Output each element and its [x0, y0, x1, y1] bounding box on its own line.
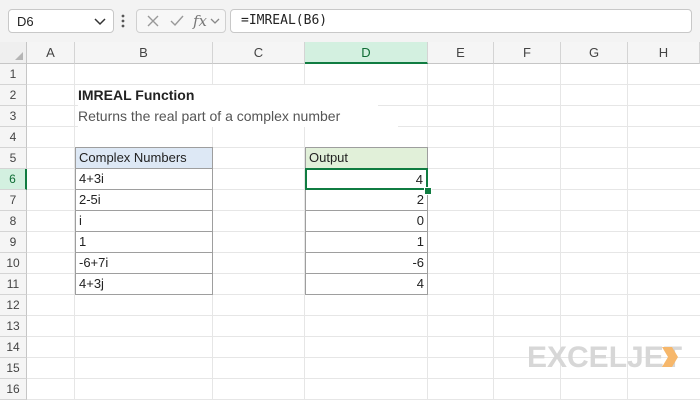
exceljet-logo: EXCELJET	[527, 339, 687, 379]
row-header-8[interactable]: 8	[0, 211, 27, 232]
name-box[interactable]: D6	[8, 9, 114, 33]
formula-text: =IMREAL(B6)	[241, 13, 328, 28]
row-header-11[interactable]: 11	[0, 274, 27, 295]
gridline	[493, 64, 494, 400]
formula-bar-controls: fx	[136, 9, 226, 33]
triangle-icon	[15, 52, 23, 60]
output-cell[interactable]: 0	[305, 210, 428, 232]
chevron-down-icon[interactable]	[93, 14, 107, 28]
sheet-subtitle[interactable]: Returns the real part of a complex numbe…	[78, 106, 398, 127]
row-header-15[interactable]: 15	[0, 358, 27, 379]
output-cell[interactable]: 1	[305, 231, 428, 253]
check-icon[interactable]	[169, 13, 185, 29]
logo-text: EXCELJET	[527, 341, 683, 374]
column-header-c[interactable]: C	[213, 42, 305, 64]
logo-mark-icon	[661, 346, 679, 368]
header-complex-numbers[interactable]: Complex Numbers	[75, 147, 213, 169]
row-header-1[interactable]: 1	[0, 64, 27, 85]
complex-number-cell[interactable]: 1	[75, 231, 213, 253]
fx-icon[interactable]: fx	[193, 12, 207, 30]
row-header-13[interactable]: 13	[0, 316, 27, 337]
formula-input[interactable]: =IMREAL(B6)	[230, 9, 692, 33]
name-box-value: D6	[17, 14, 34, 29]
row-header-10[interactable]: 10	[0, 253, 27, 274]
output-cell[interactable]: -6	[305, 252, 428, 274]
complex-number-cell[interactable]: i	[75, 210, 213, 232]
row-header-3[interactable]: 3	[0, 106, 27, 127]
complex-number-cell[interactable]: 4+3i	[75, 168, 213, 190]
gridline	[27, 315, 700, 316]
row-header-14[interactable]: 14	[0, 337, 27, 358]
formula-bar: D6 fx =IMREAL(B6)	[0, 0, 700, 42]
column-header-a[interactable]: A	[27, 42, 75, 64]
complex-number-cell[interactable]: 2-5i	[75, 189, 213, 211]
complex-number-cell[interactable]: 4+3j	[75, 273, 213, 295]
complex-number-cell[interactable]: -6+7i	[75, 252, 213, 274]
row-header-7[interactable]: 7	[0, 190, 27, 211]
chevron-down-icon[interactable]	[209, 15, 221, 31]
spreadsheet-app: D6 fx =IMREAL(B6) A B C D E F G H 1 2 3 …	[0, 0, 700, 400]
row-header-5[interactable]: 5	[0, 148, 27, 169]
row-header-12[interactable]: 12	[0, 295, 27, 316]
column-header-e[interactable]: E	[428, 42, 494, 64]
select-all-button[interactable]	[0, 42, 27, 64]
row-header-2[interactable]: 2	[0, 85, 27, 106]
column-header-d[interactable]: D	[305, 42, 428, 64]
vertical-dots-icon[interactable]	[120, 12, 126, 30]
x-icon[interactable]	[145, 13, 161, 29]
row-header-6[interactable]: 6	[0, 169, 27, 190]
row-header-4[interactable]: 4	[0, 127, 27, 148]
column-header-g[interactable]: G	[561, 42, 628, 64]
sheet-title[interactable]: IMREAL Function	[78, 85, 378, 106]
row-header-16[interactable]: 16	[0, 379, 27, 400]
row-header-9[interactable]: 9	[0, 232, 27, 253]
output-cell[interactable]: 2	[305, 189, 428, 211]
output-cell[interactable]: 4	[305, 273, 428, 295]
output-cell-active[interactable]: 4	[305, 168, 428, 190]
header-output[interactable]: Output	[305, 147, 428, 169]
column-header-f[interactable]: F	[494, 42, 561, 64]
fill-handle[interactable]	[424, 187, 432, 195]
column-header-h[interactable]: H	[628, 42, 700, 64]
column-header-b[interactable]: B	[75, 42, 213, 64]
gridline	[27, 336, 700, 337]
